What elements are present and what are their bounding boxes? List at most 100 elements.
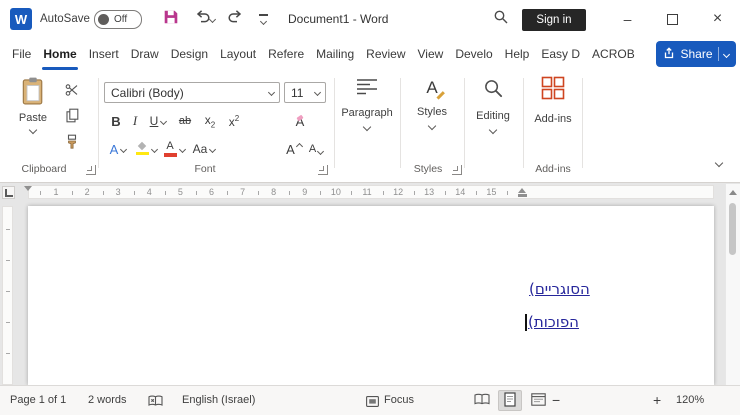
font-color-button[interactable]: A	[161, 138, 187, 160]
tab-mailing[interactable]: Mailing	[310, 38, 360, 70]
addins-button[interactable]: Add-ins	[526, 76, 580, 125]
ruler-tick	[383, 191, 384, 195]
search-button[interactable]	[490, 9, 512, 29]
highlighter-icon	[136, 143, 149, 156]
font-size-combo[interactable]: 11	[284, 82, 326, 103]
addins-grid-icon	[541, 76, 565, 103]
web-layout-button[interactable]	[526, 390, 550, 411]
minimize-button[interactable]: –	[605, 0, 650, 38]
chevron-down-icon	[208, 15, 215, 22]
maximize-icon	[667, 14, 678, 25]
ruler-tick	[103, 191, 104, 195]
language-indicator[interactable]: English (Israel)	[182, 386, 255, 415]
tab-design[interactable]: Design	[165, 38, 214, 70]
tab-draw[interactable]: Draw	[125, 38, 165, 70]
tab-review[interactable]: Review	[360, 38, 411, 70]
group-divider	[523, 78, 524, 168]
strikethrough-button[interactable]: ab	[173, 110, 197, 132]
group-divider	[582, 78, 583, 168]
chevron-down-icon	[489, 126, 497, 134]
underline-button[interactable]: U	[145, 110, 171, 132]
text-effects-icon: A	[110, 142, 119, 157]
styles-icon: StylesA	[426, 78, 437, 98]
maximize-button[interactable]	[650, 0, 695, 38]
bold-button[interactable]: B	[106, 110, 126, 132]
autosave-toggle[interactable]: Off	[94, 10, 142, 29]
font-name-combo[interactable]: Calibri (Body)	[104, 82, 280, 103]
save-button[interactable]	[160, 9, 182, 29]
clear-formatting-button[interactable]: A	[288, 110, 312, 132]
format-painter-button[interactable]	[62, 135, 82, 153]
collapse-ribbon-button[interactable]	[710, 156, 728, 170]
page-indicator[interactable]: Page 1 of 1	[10, 386, 66, 415]
ruler-tick	[227, 191, 228, 195]
scroll-up-arrow-icon[interactable]	[729, 190, 737, 195]
superscript-button[interactable]: x2	[223, 110, 245, 132]
text-effects-button[interactable]: A	[106, 138, 130, 160]
first-line-indent-marker[interactable]	[24, 186, 32, 191]
tab-home[interactable]: Home	[37, 38, 82, 70]
tab-help[interactable]: Help	[499, 38, 536, 70]
word-app-icon[interactable]: W	[10, 8, 32, 30]
tab-view[interactable]: View	[412, 38, 450, 70]
close-icon: ×	[713, 10, 722, 28]
focus-button[interactable]: Focus	[384, 386, 414, 415]
tab-develo[interactable]: Develo	[449, 38, 498, 70]
italic-button[interactable]: I	[127, 110, 143, 132]
sign-in-button[interactable]: Sign in	[522, 9, 586, 31]
clipboard-group-label: Clipboard	[4, 163, 84, 175]
tab-file[interactable]: File	[6, 38, 37, 70]
read-mode-button[interactable]	[470, 390, 494, 411]
grow-font-button[interactable]: A	[284, 138, 304, 160]
ruler-tick	[351, 191, 352, 195]
print-layout-icon	[504, 392, 516, 410]
tab-acrob[interactable]: ACROB	[586, 38, 641, 70]
indent-marker[interactable]	[518, 188, 526, 193]
styles-group-button[interactable]: StylesA Styles	[402, 78, 462, 129]
tab-refere[interactable]: Refere	[262, 38, 310, 70]
change-case-icon: Aa	[193, 142, 208, 156]
tab-insert[interactable]: Insert	[83, 38, 125, 70]
shrink-font-button[interactable]: A	[306, 138, 326, 160]
close-button[interactable]: ×	[695, 0, 740, 38]
change-case-button[interactable]: Aa	[190, 138, 218, 160]
document-page[interactable]	[28, 206, 714, 385]
paste-button[interactable]: Paste	[10, 76, 56, 133]
left-indent-marker[interactable]	[518, 194, 527, 197]
cut-button[interactable]	[62, 83, 82, 101]
share-button[interactable]: Share	[656, 41, 736, 67]
tab-easy-d[interactable]: Easy D	[535, 38, 586, 70]
print-layout-button[interactable]	[498, 390, 522, 411]
ruler-tick	[6, 260, 10, 261]
addins-label: Add-ins	[534, 113, 571, 125]
styles-dialog-launcher[interactable]	[452, 165, 462, 175]
redo-button[interactable]	[226, 9, 246, 29]
undo-button[interactable]	[192, 9, 216, 29]
subscript-button[interactable]: x2	[199, 110, 221, 132]
word-window: W AutoSave Off Document1 - Word	[0, 0, 740, 415]
scrollbar-thumb[interactable]	[729, 203, 736, 255]
clipboard-dialog-launcher[interactable]	[86, 165, 96, 175]
zoom-out-button[interactable]: −	[552, 386, 560, 415]
editing-label: Editing	[476, 110, 510, 122]
quick-access-overflow-button[interactable]	[256, 9, 270, 29]
horizontal-ruler: 123456789101112131415	[28, 185, 714, 199]
chevron-down-icon	[268, 89, 275, 96]
save-icon	[162, 8, 180, 31]
copy-button[interactable]	[62, 109, 82, 127]
zoom-in-button[interactable]: +	[653, 386, 661, 415]
paragraph-group-button[interactable]: Paragraph	[336, 78, 398, 130]
ruler-number: 14	[455, 187, 465, 197]
zoom-level[interactable]: 120%	[676, 386, 704, 415]
chevron-down-icon	[209, 145, 216, 152]
ruler-number: 12	[393, 187, 403, 197]
editing-group-button[interactable]: Editing	[464, 78, 522, 133]
highlight-color-button[interactable]	[133, 138, 159, 160]
group-divider	[98, 78, 99, 168]
tab-stop-selector[interactable]	[2, 186, 15, 199]
tab-layout[interactable]: Layout	[214, 38, 262, 70]
word-count[interactable]: 2 words	[88, 386, 127, 415]
shrink-font-icon: A	[309, 143, 316, 155]
font-dialog-launcher[interactable]	[318, 165, 328, 175]
proofing-check-button[interactable]	[148, 395, 163, 410]
